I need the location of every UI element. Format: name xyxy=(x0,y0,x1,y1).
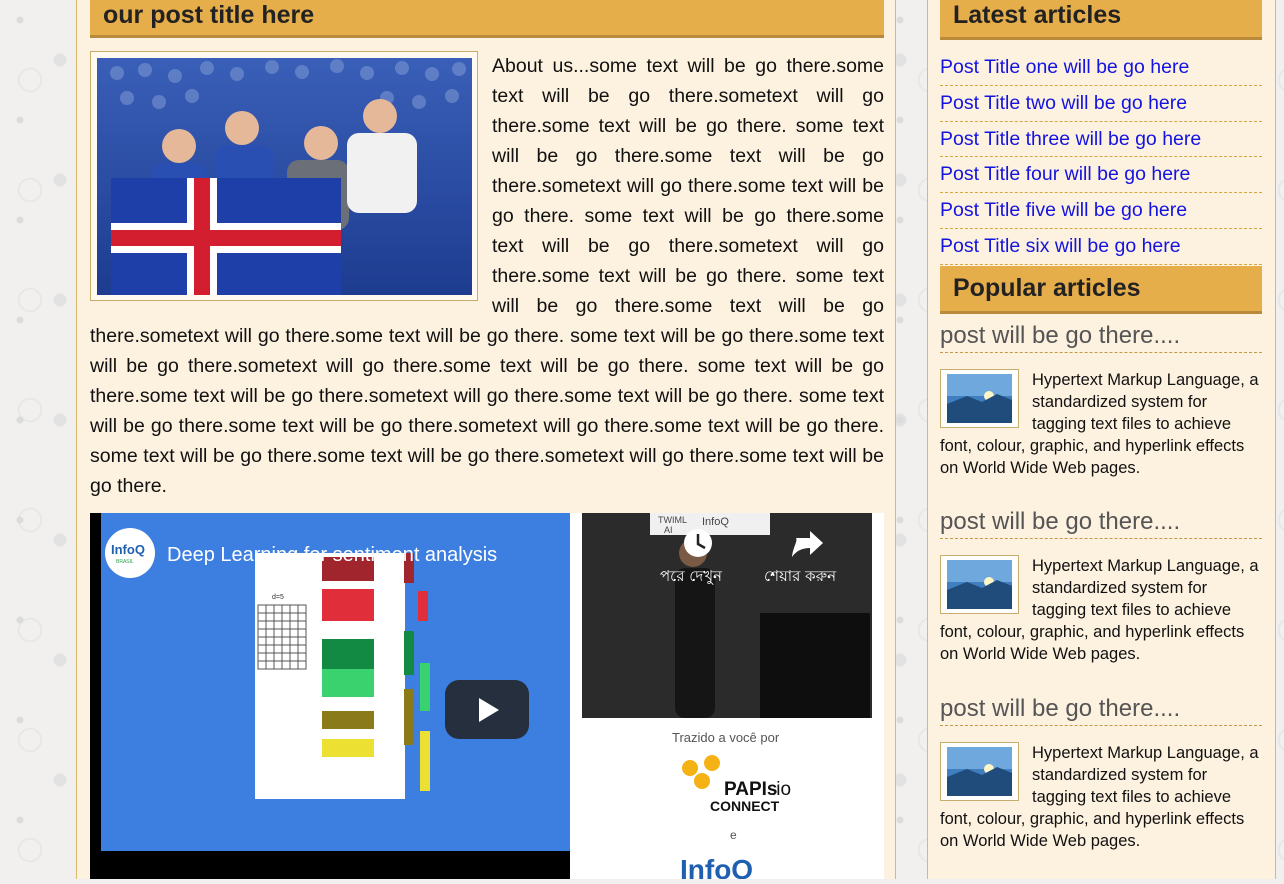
watch-later-label[interactable]: পরে দেখুন xyxy=(660,567,723,585)
popular-article: post will be go there.... Hypertext Mark… xyxy=(940,508,1262,665)
share-label[interactable]: শেয়ার করুন xyxy=(764,567,837,585)
popular-article: post will be go there.... Hypertext Mark… xyxy=(940,322,1262,479)
post-title: our post title here xyxy=(103,1,315,29)
latest-articles-list: Post Title one will be go here Post Titl… xyxy=(940,50,1262,265)
sidebar: Latest articles Post Title one will be g… xyxy=(927,0,1276,879)
popular-articles-header: Popular articles xyxy=(940,266,1262,314)
landscape-thumbnail xyxy=(947,747,1012,796)
play-icon[interactable] xyxy=(445,680,529,739)
popular-article-title[interactable]: post will be go there.... xyxy=(940,508,1262,539)
landscape-thumbnail xyxy=(947,560,1012,609)
popular-article-thumbnail[interactable] xyxy=(940,369,1019,428)
latest-articles-heading: Latest articles xyxy=(953,1,1122,29)
clock-icon[interactable] xyxy=(684,529,712,557)
popular-article-thumbnail[interactable] xyxy=(940,742,1019,801)
channel-logo: InfoQ xyxy=(111,542,145,557)
sponsor-connect: CONNECT xyxy=(710,798,780,814)
popular-articles-heading: Popular articles xyxy=(953,274,1141,302)
sponsor-infoq: InfoQ xyxy=(680,854,753,879)
latest-article-link[interactable]: Post Title three will be go here xyxy=(940,122,1262,158)
latest-article-link[interactable]: Post Title five will be go here xyxy=(940,193,1262,229)
sponsor-papis: PAPIs xyxy=(724,779,778,800)
main-content: our post title here About us...some text… xyxy=(76,0,896,884)
connector-e: e xyxy=(730,828,737,842)
stage-sign-2: AI xyxy=(664,525,673,535)
slide-label: d=5 xyxy=(272,594,284,601)
video-title[interactable]: Deep Learning for sentiment analysis xyxy=(167,544,497,566)
latest-article-link[interactable]: Post Title two will be go here xyxy=(940,86,1262,122)
popular-article-title[interactable]: post will be go there.... xyxy=(940,322,1262,353)
post-article: About us...some text will be go there.so… xyxy=(90,51,884,501)
channel-logo-sub: BRASIL xyxy=(116,559,134,565)
popular-article-thumbnail[interactable] xyxy=(940,555,1019,614)
latest-article-link[interactable]: Post Title six will be go here xyxy=(940,229,1262,265)
football-team-flag-photo xyxy=(97,58,472,295)
post-header: our post title here xyxy=(90,0,884,38)
post-image xyxy=(90,51,478,301)
popular-article-title[interactable]: post will be go there.... xyxy=(940,695,1262,726)
latest-articles-header: Latest articles xyxy=(940,0,1262,40)
sponsor-papis-io: .io xyxy=(771,779,791,800)
stage-sign-1: TWIML xyxy=(658,515,687,525)
popular-article: post will be go there.... Hypertext Mark… xyxy=(940,695,1262,852)
stage-sign-3: InfoQ xyxy=(702,516,729,528)
landscape-thumbnail xyxy=(947,374,1012,423)
latest-article-link[interactable]: Post Title four will be go here xyxy=(940,157,1262,194)
brought-by: Trazido a você por xyxy=(672,730,780,745)
video-embed[interactable]: d=5 TWIML AI InfoQ Trazido a você por PA… xyxy=(90,513,884,884)
latest-article-link[interactable]: Post Title one will be go here xyxy=(940,50,1262,86)
